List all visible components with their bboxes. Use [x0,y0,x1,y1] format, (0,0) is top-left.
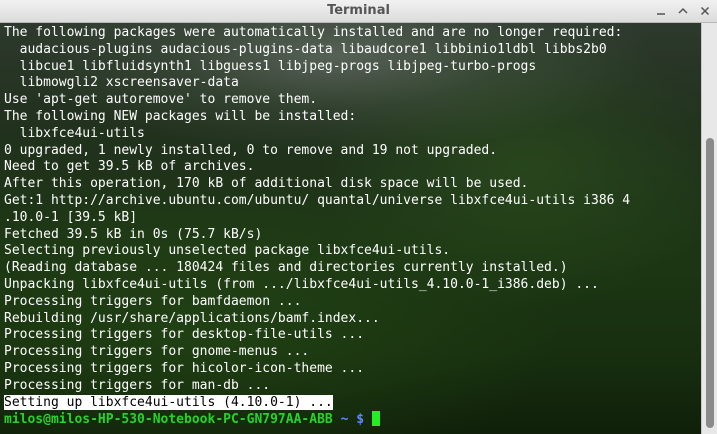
command-prompt[interactable]: milos@milos-HP-530-Notebook-PC-GN797AA-A… [4,411,701,428]
output-line: Selecting previously unselected package … [4,243,451,259]
output-line: Processing triggers for man-db ... [4,377,271,393]
output-line: Use 'apt-get autoremove' to remove them. [4,92,318,108]
window-controls [655,0,711,22]
selection-highlight: Setting up libxfce4ui-utils (4.10.0-1) .… [4,394,333,410]
output-line: (Reading database ... 180424 files and d… [4,260,568,276]
output-line: Rebuilding /usr/share/applications/bamf.… [4,310,380,326]
output-line: Need to get 39.5 kB of archives. [4,159,255,175]
minimize-icon [657,13,665,15]
text-cursor [371,411,380,427]
minimize-button[interactable] [655,5,667,17]
output-line: Processing triggers for gnome-menus ... [4,344,310,360]
close-icon [700,6,710,16]
terminal-output: The following packages were automaticall… [0,23,701,428]
maximize-button[interactable] [677,5,689,17]
output-line: Get:1 http://archive.ubuntu.com/ubuntu/ … [4,192,631,208]
output-line: The following packages were automaticall… [4,25,623,40]
output-line: libcue1 libfluidsynth1 libguess1 libjpeg… [4,58,537,74]
terminal-window: Terminal The following packages were aut… [0,0,717,434]
terminal-content[interactable]: The following packages were automaticall… [0,23,701,434]
output-line: libxfce4ui-utils [4,125,145,141]
output-line: audacious-plugins audacious-plugins-data… [4,41,607,57]
vertical-scrollbar[interactable] [701,23,717,434]
selected-output-line: Setting up libxfce4ui-utils (4.10.0-1) .… [4,394,701,412]
output-line: Processing triggers for bamfdaemon ... [4,293,302,309]
output-line: After this operation, 170 kB of addition… [4,176,529,192]
close-button[interactable] [699,5,711,17]
output-line: libmowgli2 xscreensaver-data [4,75,239,91]
window-title: Terminal [327,3,390,18]
prompt-path: ~ $ [340,412,365,428]
output-line: Processing triggers for hicolor-icon-the… [4,360,365,376]
title-bar[interactable]: Terminal [0,0,717,23]
output-line: Processing triggers for desktop-file-uti… [4,327,365,343]
output-line: The following NEW packages will be insta… [4,108,357,124]
output-line: Unpacking libxfce4ui-utils (from .../lib… [4,276,599,292]
maximize-icon [678,7,688,14]
output-line: Fetched 39.5 kB in 0s (75.7 kB/s) [4,226,263,242]
output-line: .10.0-1 [39.5 kB] [4,209,138,225]
prompt-user-host: milos@milos-HP-530-Notebook-PC-GN797AA-A… [4,412,333,428]
scrollbar-thumb[interactable] [706,138,714,428]
output-line: 0 upgraded, 1 newly installed, 0 to remo… [4,142,498,158]
